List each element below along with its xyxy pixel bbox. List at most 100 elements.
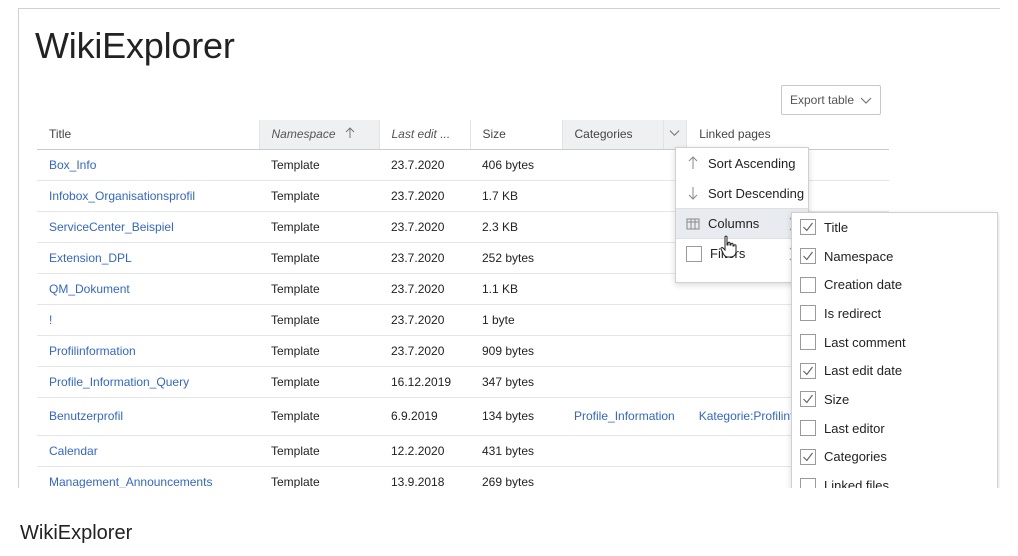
cell-title[interactable]: Profile_Information_Query xyxy=(37,366,259,398)
column-option-label: Linked files xyxy=(824,478,890,488)
column-header-categories[interactable]: Categories xyxy=(562,120,664,150)
table-row: Calendar Template 12.2.2020 431 bytes xyxy=(37,435,889,467)
column-option-label: Title xyxy=(824,219,849,235)
export-table-button[interactable]: Export table xyxy=(781,85,881,115)
column-header-linked-pages[interactable]: Linked pages xyxy=(686,120,889,150)
cell-categories xyxy=(562,242,687,274)
column-context-menu: Sort Ascending Sort Descending Columns F… xyxy=(675,147,809,283)
cell-last-edit: 12.2.2020 xyxy=(379,435,470,467)
column-option[interactable]: Linked files xyxy=(792,471,997,488)
checkbox-unchecked[interactable] xyxy=(800,276,816,293)
arrow-up-icon xyxy=(688,156,698,169)
table-row: Benutzerprofil Template 6.9.2019 134 bytes P… xyxy=(37,397,889,436)
cell-namespace: Template xyxy=(259,273,379,305)
cell-size: 2.3 KB xyxy=(470,211,562,243)
cell-title[interactable]: Extension_DPL xyxy=(37,242,259,274)
columns-submenu: Title Namespace Creation date Is redirect La… xyxy=(791,212,998,488)
column-option[interactable]: Last editor xyxy=(792,414,997,443)
cell-categories xyxy=(562,273,687,305)
cell-title[interactable]: Benutzerprofil xyxy=(37,397,259,436)
table-row: Profilinformation Template 23.7.2020 909 by… xyxy=(37,335,889,367)
column-option[interactable]: Last edit date xyxy=(792,356,997,385)
checkbox-unchecked[interactable] xyxy=(800,420,816,437)
checkbox-unchecked[interactable] xyxy=(800,477,816,488)
columns-grid-icon xyxy=(686,218,700,229)
column-menu-trigger[interactable] xyxy=(663,120,688,150)
column-header-namespace[interactable]: Namespace xyxy=(259,120,380,150)
cell-title[interactable]: QM_Dokument xyxy=(37,273,259,305)
cell-last-edit: 23.7.2020 xyxy=(379,211,470,243)
column-option-label: Categories xyxy=(824,449,887,465)
cell-last-edit: 23.7.2020 xyxy=(379,304,470,336)
cell-last-edit: 13.9.2018 xyxy=(379,466,470,488)
cell-categories xyxy=(562,304,687,336)
cell-title[interactable]: Management_Announcements xyxy=(37,466,259,488)
cell-size: 1.7 KB xyxy=(470,180,562,212)
cell-categories xyxy=(562,149,687,181)
column-header-last-edit[interactable]: Last edit ... xyxy=(379,120,471,150)
menu-item-sort-ascending[interactable]: Sort Ascending xyxy=(676,148,808,178)
cell-namespace: Template xyxy=(259,397,379,436)
column-option[interactable]: Namespace xyxy=(792,242,997,271)
cell-categories xyxy=(562,211,687,243)
cell-size: 269 bytes xyxy=(470,466,562,488)
cell-categories xyxy=(562,335,687,367)
menu-item-sort-descending[interactable]: Sort Descending xyxy=(676,178,808,208)
checkbox-checked[interactable] xyxy=(800,219,816,236)
chevron-down-icon xyxy=(860,97,872,104)
cell-title[interactable]: Profilinformation xyxy=(37,335,259,367)
arrow-down-icon xyxy=(688,187,698,200)
cell-title[interactable]: ! xyxy=(37,304,259,336)
column-option[interactable]: Last comment xyxy=(792,328,997,357)
cell-categories xyxy=(562,435,687,467)
cell-last-edit: 6.9.2019 xyxy=(379,397,470,436)
cell-size: 1 byte xyxy=(470,304,562,336)
column-option[interactable]: Is redirect xyxy=(792,299,997,328)
checkbox-checked[interactable] xyxy=(800,448,816,465)
footer-title: WikiExplorer xyxy=(20,522,133,544)
cell-categories xyxy=(562,180,687,212)
checkbox-checked[interactable] xyxy=(800,362,816,379)
column-option[interactable]: Size xyxy=(792,385,997,414)
cell-categories[interactable]: Profile_Information xyxy=(562,397,687,436)
column-option-label: Namespace xyxy=(824,248,894,264)
cell-last-edit: 16.12.2019 xyxy=(379,366,470,398)
export-table-label: Export table xyxy=(789,93,855,107)
cell-size: 1.1 KB xyxy=(470,273,562,305)
cell-namespace: Template xyxy=(259,242,379,274)
checkbox-unchecked[interactable] xyxy=(800,334,816,351)
checkbox-checked[interactable] xyxy=(800,248,816,265)
column-option-label: Creation date xyxy=(824,277,903,293)
cell-last-edit: 23.7.2020 xyxy=(379,273,470,305)
cell-title[interactable]: ServiceCenter_Beispiel xyxy=(37,211,259,243)
cell-namespace: Template xyxy=(259,366,379,398)
checkbox-unchecked[interactable] xyxy=(800,305,816,322)
cell-last-edit: 23.7.2020 xyxy=(379,180,470,212)
column-option[interactable]: Title xyxy=(792,213,997,242)
column-option[interactable]: Creation date xyxy=(792,270,997,299)
column-header-title[interactable]: Title xyxy=(37,120,260,150)
cell-title[interactable]: Box_Info xyxy=(37,149,259,181)
column-option-label: Last editor xyxy=(824,420,885,436)
filters-checkbox[interactable] xyxy=(686,245,702,262)
cell-last-edit: 23.7.2020 xyxy=(379,242,470,274)
table-row: Profile_Information_Query Template 16.12.2… xyxy=(37,366,889,398)
column-header-size[interactable]: Size xyxy=(470,120,563,150)
checkbox-checked[interactable] xyxy=(800,391,816,408)
cell-size: 347 bytes xyxy=(470,366,562,398)
cell-namespace: Template xyxy=(259,335,379,367)
cell-title[interactable]: Calendar xyxy=(37,435,259,467)
cell-title[interactable]: Infobox_Organisationsprofil xyxy=(37,180,259,212)
column-option-label: Last edit date xyxy=(824,363,903,379)
cell-size: 252 bytes xyxy=(470,242,562,274)
cell-size: 406 bytes xyxy=(470,149,562,181)
cell-last-edit: 23.7.2020 xyxy=(379,149,470,181)
table-row: Management_Announcements Template 13.9.201… xyxy=(37,466,889,488)
hand-pointer-cursor-icon xyxy=(720,235,737,258)
cell-categories xyxy=(562,366,687,398)
menu-item-columns[interactable]: Columns xyxy=(676,208,808,238)
menu-item-filters[interactable]: Filters xyxy=(676,238,808,268)
column-option[interactable]: Categories xyxy=(792,443,997,472)
column-option-label: Is redirect xyxy=(824,305,882,321)
page-title: WikiExplorer xyxy=(35,25,235,66)
